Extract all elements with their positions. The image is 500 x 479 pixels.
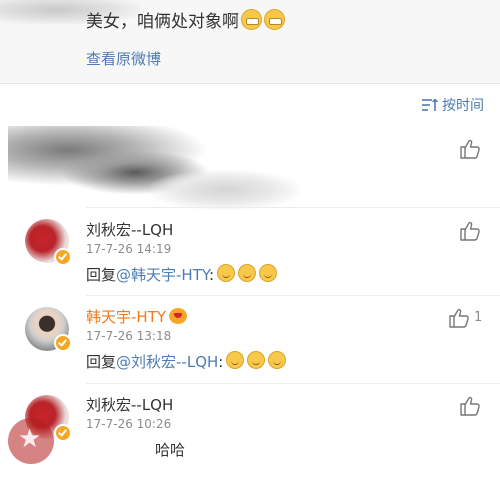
comment-author-name[interactable]: 刘秋宏--LQH xyxy=(86,394,173,415)
comment-text: 回复@韩天宇-HTY: xyxy=(86,264,278,285)
like-icon[interactable] xyxy=(459,396,481,416)
site-watermark: ★ xyxy=(8,418,168,473)
sort-label: 按时间 xyxy=(442,98,484,114)
vip-badge-icon xyxy=(169,308,188,324)
colon: : xyxy=(209,266,215,284)
mention-link[interactable]: @刘秋宏--LQH xyxy=(116,353,218,371)
reply-prefix: 回复 xyxy=(86,353,117,371)
verified-badge-icon xyxy=(54,248,72,266)
emoji-icon xyxy=(238,264,257,282)
emoji-icon xyxy=(247,351,266,369)
grin-emoji-icon xyxy=(241,9,262,30)
like-icon[interactable] xyxy=(459,221,481,241)
comment-divider xyxy=(86,295,500,296)
original-post-text: 美女，咱俩处对象啊 xyxy=(86,7,285,32)
comment-divider xyxy=(86,207,500,208)
emoji-icon xyxy=(259,264,278,282)
reply-prefix: 回复 xyxy=(86,266,117,284)
mention-link[interactable]: @韩天宇-HTY xyxy=(116,266,209,284)
author-name-text: 韩天宇-HTY xyxy=(86,308,167,326)
section-divider xyxy=(0,83,500,84)
like-icon[interactable] xyxy=(448,308,470,328)
emoji-icon xyxy=(226,351,245,369)
view-original-link[interactable]: 查看原微博 xyxy=(86,48,161,69)
like-count: 1 xyxy=(474,310,483,325)
blurred-comment-region xyxy=(150,170,300,210)
original-post-body: 美女，咱俩处对象啊 xyxy=(86,12,239,32)
comment-text: 回复@刘秋宏--LQH: xyxy=(86,351,287,372)
emoji-icon xyxy=(268,351,287,369)
grin-emoji-icon xyxy=(264,9,285,30)
comment-author-name[interactable]: 刘秋宏--LQH xyxy=(86,219,173,240)
comment-author-name[interactable]: 韩天宇-HTY xyxy=(86,306,188,327)
like-icon[interactable] xyxy=(459,139,481,159)
star-icon: ★ xyxy=(18,424,42,454)
original-post-card: 美女，咱俩处对象啊 查看原微博 xyxy=(0,0,500,83)
colon: : xyxy=(218,353,224,371)
emoji-icon xyxy=(217,264,236,282)
comment-divider xyxy=(86,383,500,384)
comment-timestamp: 17-7-26 14:19 xyxy=(86,242,172,256)
verified-badge-icon xyxy=(54,334,72,352)
comment-timestamp: 17-7-26 13:18 xyxy=(86,329,172,343)
sort-by-time-button[interactable]: 按时间 xyxy=(422,95,484,115)
sort-icon xyxy=(422,99,438,111)
